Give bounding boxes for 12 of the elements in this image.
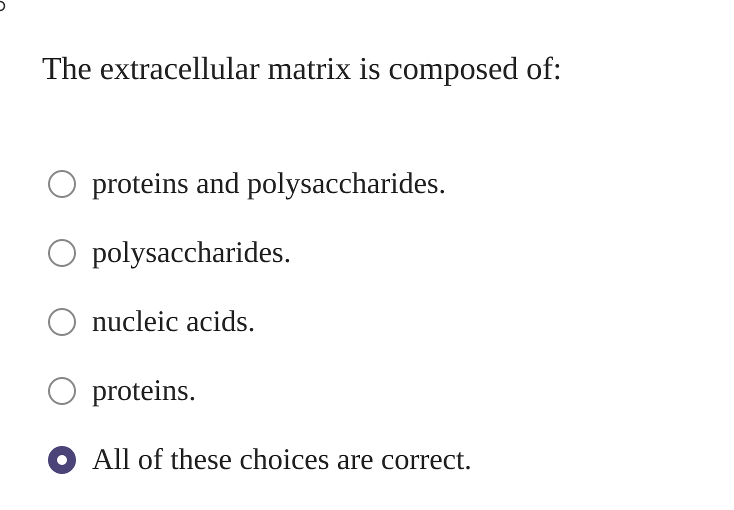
option-label[interactable]: proteins. — [92, 374, 196, 408]
radio-button[interactable] — [48, 446, 76, 474]
option-label[interactable]: polysaccharides. — [92, 236, 292, 270]
cut-off-glyph-icon — [0, 0, 8, 12]
radio-button[interactable] — [48, 308, 76, 336]
option-label[interactable]: proteins and polysaccharides. — [92, 167, 446, 201]
radio-button[interactable] — [48, 170, 76, 198]
option-label[interactable]: nucleic acids. — [92, 305, 256, 339]
radio-button[interactable] — [48, 377, 76, 405]
radio-button[interactable] — [48, 239, 76, 267]
option-label[interactable]: All of these choices are correct. — [92, 443, 472, 477]
question-text: The extracellular matrix is composed of: — [42, 49, 563, 88]
